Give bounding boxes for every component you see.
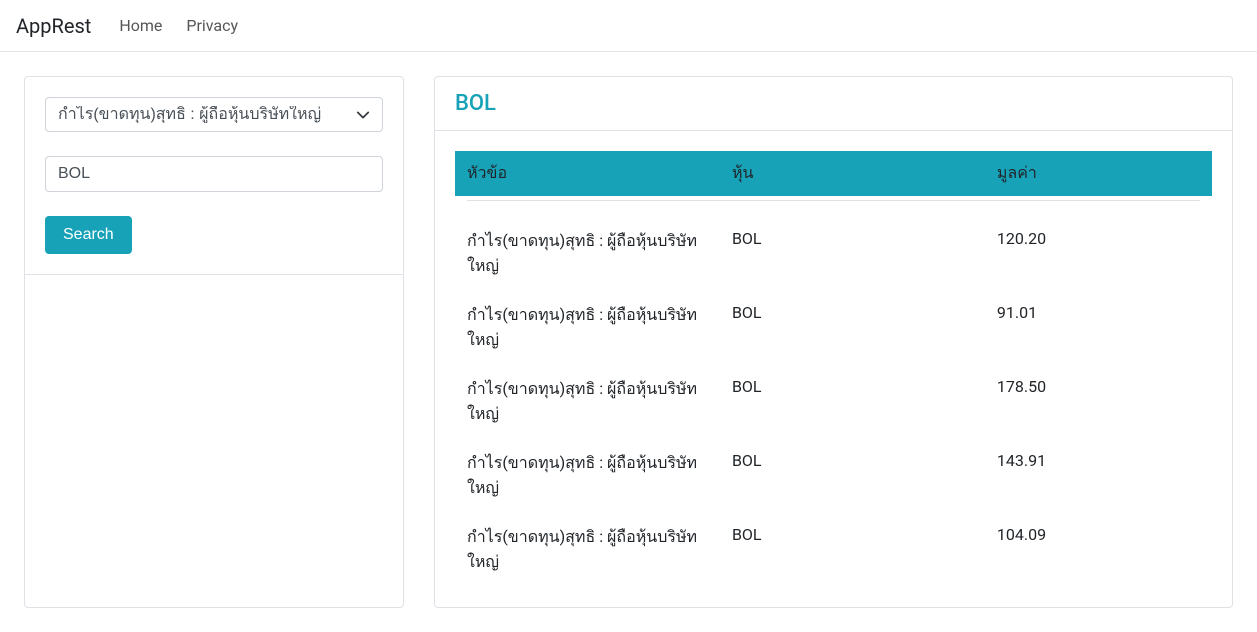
search-button[interactable]: Search bbox=[45, 216, 132, 254]
cell-stock: BOL bbox=[720, 201, 985, 291]
brand-link[interactable]: AppRest bbox=[16, 14, 91, 38]
col-header-value: มูลค่า bbox=[985, 151, 1212, 196]
stock-input[interactable] bbox=[45, 156, 383, 192]
table-header-row: หัวข้อ หุ้น มูลค่า bbox=[455, 151, 1212, 196]
table-row: กำไร(ขาดทุน)สุทธิ : ผู้ถือหุ้นบริษัทใหญ่… bbox=[455, 365, 1212, 439]
cell-topic: กำไร(ขาดทุน)สุทธิ : ผู้ถือหุ้นบริษัทใหญ่ bbox=[455, 513, 720, 587]
result-table-body: กำไร(ขาดทุน)สุทธิ : ผู้ถือหุ้นบริษัทใหญ่… bbox=[455, 201, 1212, 587]
result-table: หัวข้อ หุ้น มูลค่า bbox=[455, 151, 1212, 196]
table-row: กำไร(ขาดทุน)สุทธิ : ผู้ถือหุ้นบริษัทใหญ่… bbox=[455, 513, 1212, 587]
topic-select[interactable]: กำไร(ขาดทุน)สุทธิ : ผู้ถือหุ้นบริษัทใหญ่ bbox=[45, 97, 383, 132]
result-header: BOL bbox=[435, 77, 1232, 131]
cell-value: 120.20 bbox=[985, 201, 1212, 291]
col-header-topic: หัวข้อ bbox=[455, 151, 720, 196]
cell-value: 178.50 bbox=[985, 365, 1212, 439]
nav-privacy[interactable]: Privacy bbox=[174, 8, 250, 43]
table-row: กำไร(ขาดทุน)สุทธิ : ผู้ถือหุ้นบริษัทใหญ่… bbox=[455, 439, 1212, 513]
cell-topic: กำไร(ขาดทุน)สุทธิ : ผู้ถือหุ้นบริษัทใหญ่ bbox=[455, 365, 720, 439]
search-body: กำไร(ขาดทุน)สุทธิ : ผู้ถือหุ้นบริษัทใหญ่… bbox=[25, 77, 403, 274]
cell-value: 91.01 bbox=[985, 291, 1212, 365]
cell-value: 143.91 bbox=[985, 439, 1212, 513]
cell-stock: BOL bbox=[720, 365, 985, 439]
result-card: BOL หัวข้อ หุ้น มูลค่า กำไร(ขาดทุน)สุทธิ… bbox=[434, 76, 1233, 608]
result-title: BOL bbox=[455, 91, 1212, 116]
cell-topic: กำไร(ขาดทุน)สุทธิ : ผู้ถือหุ้นบริษัทใหญ่ bbox=[455, 439, 720, 513]
main-container: กำไร(ขาดทุน)สุทธิ : ผู้ถือหุ้นบริษัทใหญ่… bbox=[0, 52, 1257, 632]
navbar: AppRest Home Privacy bbox=[0, 0, 1257, 52]
table-row: กำไร(ขาดทุน)สุทธิ : ผู้ถือหุ้นบริษัทใหญ่… bbox=[455, 291, 1212, 365]
cell-value: 104.09 bbox=[985, 513, 1212, 587]
cell-stock: BOL bbox=[720, 513, 985, 587]
cell-stock: BOL bbox=[720, 439, 985, 513]
search-card-footer bbox=[25, 274, 403, 314]
cell-topic: กำไร(ขาดทุน)สุทธิ : ผู้ถือหุ้นบริษัทใหญ่ bbox=[455, 201, 720, 291]
nav-home[interactable]: Home bbox=[107, 8, 174, 43]
search-card: กำไร(ขาดทุน)สุทธิ : ผู้ถือหุ้นบริษัทใหญ่… bbox=[24, 76, 404, 608]
cell-stock: BOL bbox=[720, 291, 985, 365]
table-row: กำไร(ขาดทุน)สุทธิ : ผู้ถือหุ้นบริษัทใหญ่… bbox=[455, 201, 1212, 291]
col-header-stock: หุ้น bbox=[720, 151, 985, 196]
result-table-wrap: หัวข้อ หุ้น มูลค่า กำไร(ขาดทุน)สุทธิ : ผ… bbox=[435, 131, 1232, 607]
cell-topic: กำไร(ขาดทุน)สุทธิ : ผู้ถือหุ้นบริษัทใหญ่ bbox=[455, 291, 720, 365]
